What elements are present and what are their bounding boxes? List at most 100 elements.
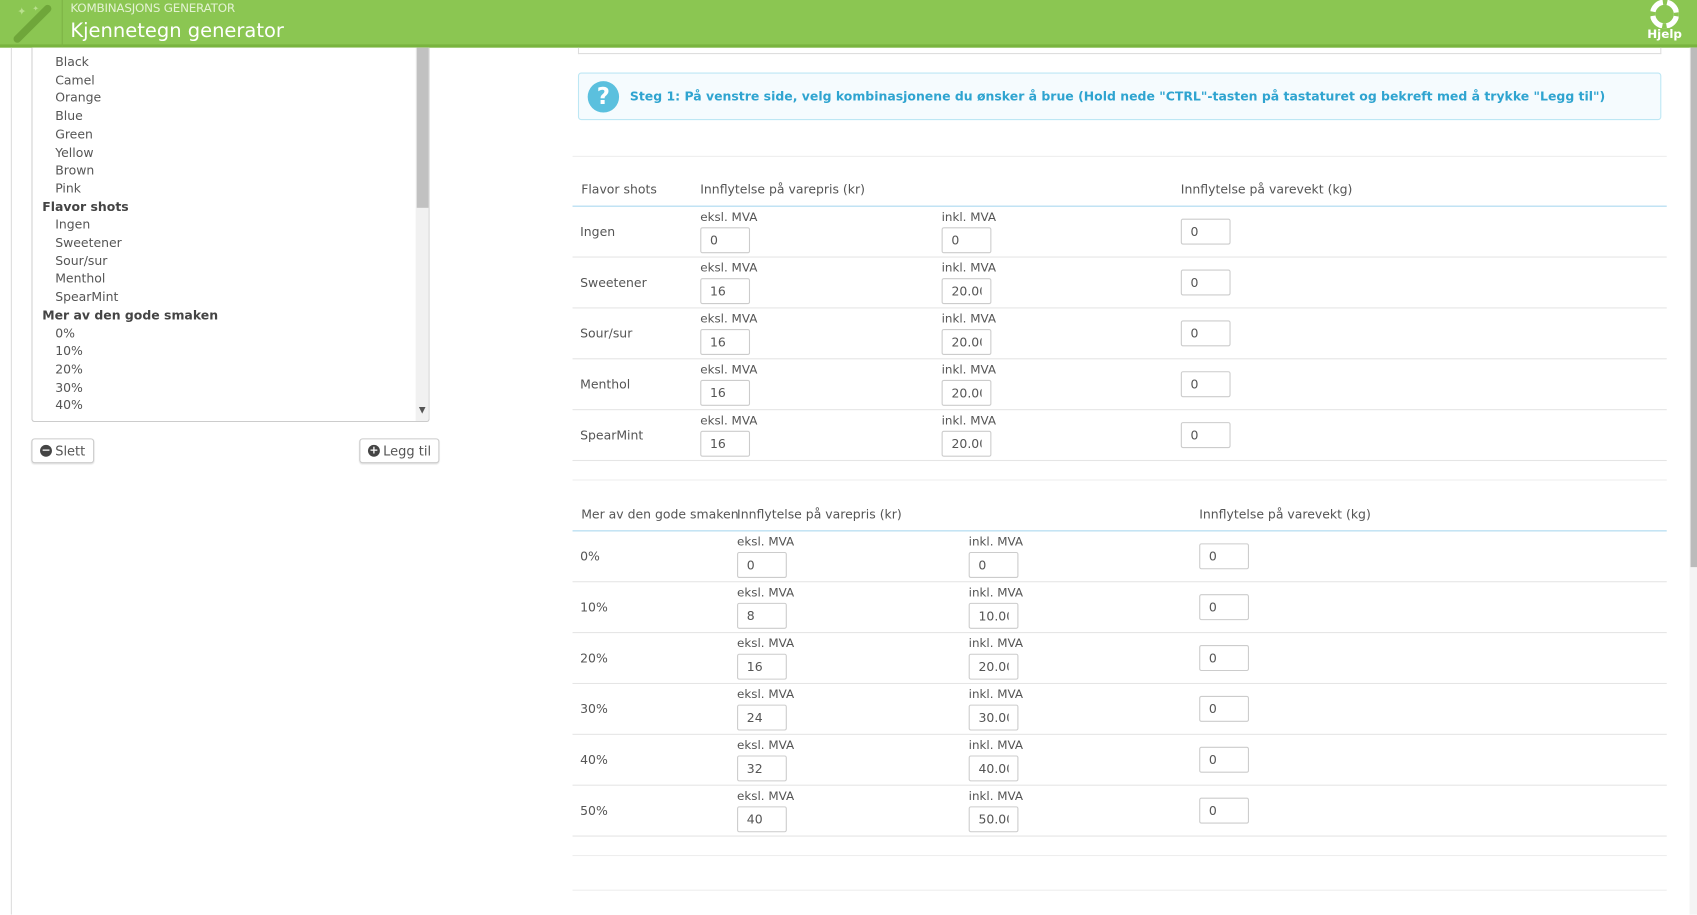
weight-impact-input[interactable]	[1180, 320, 1231, 347]
list-option[interactable]: Sweetener	[55, 235, 122, 250]
table-row: 10% eksl. MVA inkl. MVA	[572, 582, 1667, 634]
row-name: Menthol	[580, 376, 631, 392]
app-header: ✦ ✦ KOMBINASJONS GENERATOR Kjennetegn ge…	[0, 0, 1697, 48]
price-incl-vat-input[interactable]	[941, 227, 992, 254]
price-excl-vat-input[interactable]	[700, 278, 751, 305]
list-option[interactable]: Ingen	[55, 217, 90, 232]
top-panel-edge	[577, 47, 1662, 55]
price-excl-vat-input[interactable]	[700, 430, 751, 457]
price-excl-vat-input[interactable]	[700, 379, 751, 406]
price-incl-vat-input[interactable]	[941, 379, 992, 406]
price-incl-vat-input[interactable]	[968, 806, 1019, 833]
attribute-multiselect[interactable]: Black Camel Orange Blue Green Yellow Brown Pink…	[31, 47, 430, 423]
help-button[interactable]: Hjelp	[1645, 0, 1684, 41]
list-option[interactable]: Sour/sur	[55, 253, 107, 268]
scroll-down-arrow-icon[interactable]: ▼	[419, 405, 426, 415]
weight-impact-header: Innflytelse på varevekt (kg)	[1180, 181, 1353, 197]
price-incl-vat-input[interactable]	[941, 329, 992, 355]
weight-impact-input[interactable]	[1180, 422, 1231, 449]
price-excl-vat-input[interactable]	[737, 551, 787, 578]
weight-impact-input[interactable]	[1199, 797, 1249, 824]
list-option[interactable]: Brown	[55, 163, 94, 178]
weight-impact-input[interactable]	[1180, 269, 1231, 296]
table-row: 0% eksl. MVA inkl. MVA	[572, 531, 1667, 583]
excl-vat-label: eksl. MVA	[700, 209, 758, 225]
weight-impact-input[interactable]	[1180, 218, 1231, 245]
price-excl-vat-input[interactable]	[700, 227, 751, 254]
lifebuoy-icon	[1649, 0, 1680, 29]
excl-vat-label: eksl. MVA	[700, 260, 758, 275]
incl-vat-label: inkl. MVA	[941, 311, 997, 326]
weight-impact-input[interactable]	[1199, 645, 1249, 672]
header-divider	[61, 0, 63, 48]
divider	[572, 855, 1667, 857]
price-excl-vat-input[interactable]	[737, 602, 787, 629]
page-scroll-thumb[interactable]	[1690, 47, 1697, 568]
table-group-header: Flavor shots	[581, 181, 657, 197]
info-text: Steg 1: På venstre side, velg kombinasjo…	[629, 88, 1606, 104]
divider	[572, 479, 1667, 481]
list-option[interactable]: Yellow	[55, 144, 93, 159]
info-alert: ? Steg 1: På venstre side, velg kombinas…	[577, 72, 1662, 121]
list-option[interactable]: Green	[55, 126, 93, 141]
list-option[interactable]: Camel	[55, 72, 95, 87]
magic-wand-icon: ✦ ✦	[13, 4, 52, 43]
excl-vat-label: eksl. MVA	[700, 362, 758, 377]
add-button[interactable]: + Legg til	[359, 438, 440, 464]
price-incl-vat-input[interactable]	[968, 602, 1019, 629]
excl-vat-label: eksl. MVA	[737, 788, 795, 804]
table-group-header: Mer av den gode smaken	[581, 506, 739, 522]
list-option[interactable]: Blue	[55, 108, 83, 123]
incl-vat-label: inkl. MVA	[968, 585, 1024, 600]
list-option[interactable]: Orange	[55, 90, 101, 105]
table-row: Menthol eksl. MVA inkl. MVA	[572, 359, 1667, 411]
price-excl-vat-input[interactable]	[700, 329, 751, 355]
table-row: 20% eksl. MVA inkl. MVA	[572, 633, 1667, 685]
list-option[interactable]: 0%	[55, 325, 75, 340]
listbox-scroll-thumb[interactable]	[416, 47, 429, 208]
incl-vat-label: inkl. MVA	[941, 362, 997, 377]
list-option[interactable]: 20%	[55, 361, 83, 376]
weight-impact-input[interactable]	[1199, 543, 1249, 570]
excl-vat-label: eksl. MVA	[737, 585, 795, 600]
divider	[572, 155, 1667, 157]
price-impact-header: Innflytelse på varepris (kr)	[700, 181, 865, 197]
list-option[interactable]: Menthol	[55, 271, 105, 286]
list-option[interactable]: SpearMint	[55, 289, 118, 304]
price-excl-vat-input[interactable]	[737, 653, 787, 680]
price-incl-vat-input[interactable]	[968, 551, 1019, 578]
list-option[interactable]: Black	[55, 54, 89, 69]
option-group-label: Flavor shots	[42, 198, 129, 214]
weight-impact-input[interactable]	[1199, 746, 1249, 773]
list-option[interactable]: Pink	[55, 181, 81, 196]
price-incl-vat-input[interactable]	[941, 278, 992, 305]
excl-vat-label: eksl. MVA	[737, 687, 795, 702]
price-excl-vat-input[interactable]	[737, 704, 787, 731]
price-incl-vat-input[interactable]	[968, 653, 1019, 680]
weight-impact-input[interactable]	[1199, 594, 1249, 621]
row-name: 50%	[580, 803, 608, 819]
svg-text:✦: ✦	[17, 5, 26, 18]
price-incl-vat-input[interactable]	[968, 704, 1019, 731]
row-name: Sweetener	[580, 274, 647, 291]
row-name: 10%	[580, 599, 608, 615]
price-excl-vat-input[interactable]	[737, 806, 787, 833]
incl-vat-label: inkl. MVA	[968, 687, 1024, 702]
list-option[interactable]: 10%	[55, 343, 83, 358]
list-option[interactable]: 30%	[55, 379, 83, 394]
delete-button[interactable]: − Slett	[31, 438, 94, 464]
list-option[interactable]: 40%	[55, 398, 83, 413]
incl-vat-label: inkl. MVA	[968, 534, 1024, 549]
incl-vat-label: inkl. MVA	[941, 260, 997, 275]
delete-label: Slett	[55, 443, 86, 459]
table-row: SpearMint eksl. MVA inkl. MVA	[572, 410, 1667, 462]
excl-vat-label: eksl. MVA	[737, 534, 795, 549]
weight-impact-input[interactable]	[1180, 371, 1231, 398]
price-incl-vat-input[interactable]	[968, 755, 1019, 782]
table-row: 50% eksl. MVA inkl. MVA	[572, 786, 1667, 837]
price-excl-vat-input[interactable]	[737, 755, 787, 782]
option-group-label: Mer av den gode smaken	[42, 307, 219, 323]
incl-vat-label: inkl. MVA	[968, 636, 1024, 651]
price-incl-vat-input[interactable]	[941, 430, 992, 457]
weight-impact-input[interactable]	[1199, 695, 1249, 722]
